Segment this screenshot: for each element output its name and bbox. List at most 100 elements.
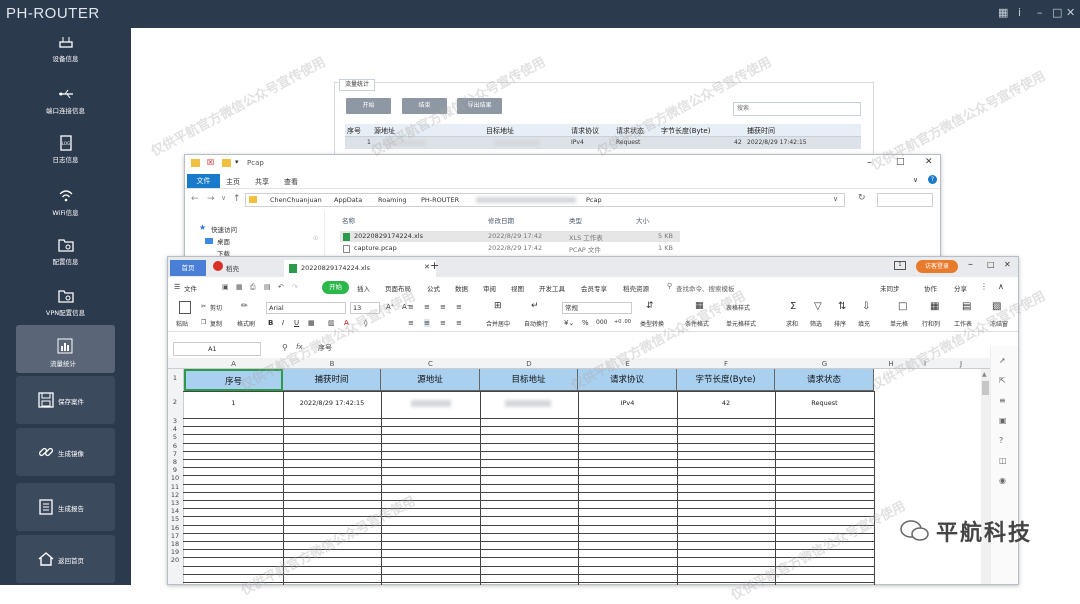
menu-review[interactable]: 审阅 bbox=[483, 283, 496, 293]
align-middle-icon[interactable]: ≡ bbox=[424, 303, 430, 311]
cell[interactable]: 1 bbox=[184, 392, 283, 414]
maximize-icon[interactable]: □ bbox=[987, 260, 995, 269]
window-mode-icon[interactable]: 1 bbox=[894, 261, 906, 270]
properties-icon[interactable]: ≡ bbox=[999, 396, 1006, 405]
fill-button[interactable]: 填充 bbox=[858, 319, 870, 328]
properties-icon[interactable]: ☒ bbox=[207, 158, 214, 167]
row-number[interactable]: 16 bbox=[167, 524, 183, 532]
cell[interactable]: 2022/8/29 17:42:15 bbox=[283, 392, 381, 414]
header-cell[interactable]: 源地址 bbox=[381, 369, 480, 391]
pin-icon[interactable]: ☉ bbox=[313, 235, 318, 242]
row-number[interactable]: 6 bbox=[167, 442, 183, 450]
sidebar-item-log-info[interactable]: LOG 日志信息 bbox=[0, 135, 131, 181]
bold-icon[interactable]: B bbox=[268, 319, 273, 327]
info-icon[interactable]: i bbox=[1018, 6, 1021, 19]
type-convert-icon[interactable]: ⇵ bbox=[646, 301, 654, 311]
print-icon[interactable]: ⎙ bbox=[250, 283, 256, 292]
minimize-icon[interactable]: – bbox=[867, 157, 872, 168]
breadcrumb-segment[interactable]: ChenChuanjuan bbox=[270, 194, 322, 206]
column-header[interactable]: 类型 bbox=[569, 215, 582, 225]
header-cell[interactable]: 序号 bbox=[184, 369, 283, 391]
font-family-select[interactable]: Arial bbox=[266, 302, 346, 314]
minimize-icon[interactable]: – bbox=[1037, 6, 1043, 19]
sum-button[interactable]: 求和 bbox=[786, 319, 798, 328]
minimize-icon[interactable]: – bbox=[968, 259, 973, 270]
row-number[interactable]: 4 bbox=[167, 425, 183, 433]
italic-icon[interactable]: I bbox=[282, 319, 284, 327]
zoom-icon[interactable]: ⚲ bbox=[282, 343, 288, 352]
row-number[interactable]: 1 bbox=[167, 374, 183, 382]
number-format-select[interactable]: 常规 bbox=[562, 302, 632, 314]
fx-icon[interactable]: fx bbox=[296, 343, 303, 351]
more-icon[interactable]: ⋮ bbox=[980, 282, 988, 291]
column-letter[interactable]: G bbox=[775, 360, 874, 368]
cell[interactable]: 42 bbox=[677, 392, 775, 414]
tab-traffic-stats[interactable]: 流量统计 bbox=[339, 79, 375, 91]
worksheet-button[interactable]: 工作表 bbox=[954, 319, 972, 328]
clipboard-icon[interactable]: ▦ bbox=[998, 6, 1008, 19]
merge-center-button[interactable]: 合并居中 bbox=[486, 319, 510, 328]
font-size-select[interactable]: 13 bbox=[350, 302, 380, 314]
clear-format-icon[interactable]: ◊ bbox=[364, 319, 367, 327]
menu-file[interactable]: 文件 bbox=[184, 283, 197, 293]
column-letter[interactable]: C bbox=[381, 360, 480, 368]
menu-formulas[interactable]: 公式 bbox=[427, 283, 440, 293]
menu-member[interactable]: 会员专享 bbox=[581, 283, 607, 293]
filter-icon[interactable]: ▽ bbox=[814, 301, 822, 312]
search-icon[interactable]: ⚲ bbox=[667, 282, 672, 290]
align-center-icon[interactable]: ≡ bbox=[424, 319, 430, 327]
column-letter[interactable]: H bbox=[874, 360, 908, 368]
menu-view[interactable]: 视图 bbox=[511, 283, 524, 293]
decimal-icon[interactable]: +0 .00 bbox=[614, 319, 631, 325]
filter-button[interactable]: 筛选 bbox=[810, 319, 822, 328]
merge-icon[interactable]: ⊞ bbox=[494, 301, 502, 311]
copy-button[interactable]: 复制 bbox=[210, 319, 222, 328]
cut-button[interactable]: 剪切 bbox=[210, 303, 222, 312]
file-row[interactable]: 20220829174224.xls 2022/8/29 17:42 XLS 工… bbox=[340, 231, 680, 242]
file-row[interactable]: capture.pcap 2022/8/29 17:42 PCAP 文件 1 K… bbox=[340, 243, 680, 254]
address-dropdown-icon[interactable]: ∨ bbox=[833, 195, 838, 203]
breadcrumb-segment[interactable]: AppData bbox=[334, 194, 362, 206]
currency-icon[interactable]: ¥⌄ bbox=[564, 319, 574, 327]
column-letter[interactable]: A bbox=[184, 360, 283, 368]
header-cell[interactable]: 目标地址 bbox=[480, 369, 578, 391]
search-input[interactable] bbox=[733, 102, 861, 116]
column-header[interactable]: 字节长度(Byte) bbox=[661, 126, 710, 136]
sort-icon[interactable]: ⇅ bbox=[838, 301, 846, 312]
column-header[interactable]: 捕获时间 bbox=[747, 126, 775, 136]
ribbon-expand-icon[interactable]: ∨ bbox=[913, 176, 918, 184]
conditional-format-icon[interactable]: ▦ bbox=[695, 301, 704, 311]
row-number[interactable]: 2 bbox=[167, 398, 183, 406]
table-row[interactable]: 1 IPv4 Request 42 2022/8/29 17:42:15 bbox=[345, 137, 861, 149]
hamburger-icon[interactable]: ☰ bbox=[174, 283, 180, 291]
fill-color-icon[interactable]: ▥ bbox=[328, 319, 335, 327]
new-folder-icon[interactable] bbox=[222, 159, 231, 167]
start-button[interactable]: 开始 bbox=[346, 98, 391, 114]
font-grow-icon[interactable]: A⁺ bbox=[386, 303, 394, 311]
tab-home[interactable]: 主页 bbox=[226, 177, 240, 187]
column-header[interactable]: 修改日期 bbox=[488, 215, 514, 225]
sidebar-item-wifi-info[interactable]: WiFi信息 bbox=[0, 188, 131, 234]
header-cell[interactable]: 字节长度(Byte) bbox=[677, 369, 775, 391]
row-number[interactable]: 10 bbox=[167, 474, 183, 482]
explorer-search-box[interactable] bbox=[877, 193, 933, 207]
new-tab-icon[interactable]: + bbox=[430, 259, 439, 272]
align-bottom-icon[interactable]: ≡ bbox=[440, 303, 446, 311]
nav-desktop[interactable]: 桌面 bbox=[217, 236, 230, 246]
row-number[interactable]: 14 bbox=[167, 507, 183, 515]
help-icon[interactable]: ? bbox=[928, 175, 937, 184]
tab-close-icon[interactable]: ✕ bbox=[424, 263, 430, 271]
column-header[interactable]: 请求协议 bbox=[571, 126, 599, 136]
sidebar-item-device-info[interactable]: 设备信息 bbox=[0, 34, 131, 80]
select-icon[interactable]: ⇱ bbox=[999, 376, 1006, 385]
row-number[interactable]: 17 bbox=[167, 532, 183, 540]
column-letter[interactable]: F bbox=[677, 360, 775, 368]
row-number[interactable]: 8 bbox=[167, 458, 183, 466]
format-painter-icon[interactable]: ✏ bbox=[241, 301, 248, 310]
copy-icon[interactable]: ❐ bbox=[201, 319, 206, 326]
address-bar[interactable]: ChenChuanjuan AppData Roaming PH-ROUTER … bbox=[245, 193, 845, 207]
cell-icon[interactable]: □ bbox=[898, 301, 907, 312]
sidebar-button-save-case[interactable]: 保存案件 bbox=[16, 376, 115, 424]
fill-icon[interactable]: ⇩ bbox=[862, 301, 870, 312]
border-icon[interactable]: ▦ bbox=[308, 319, 315, 327]
